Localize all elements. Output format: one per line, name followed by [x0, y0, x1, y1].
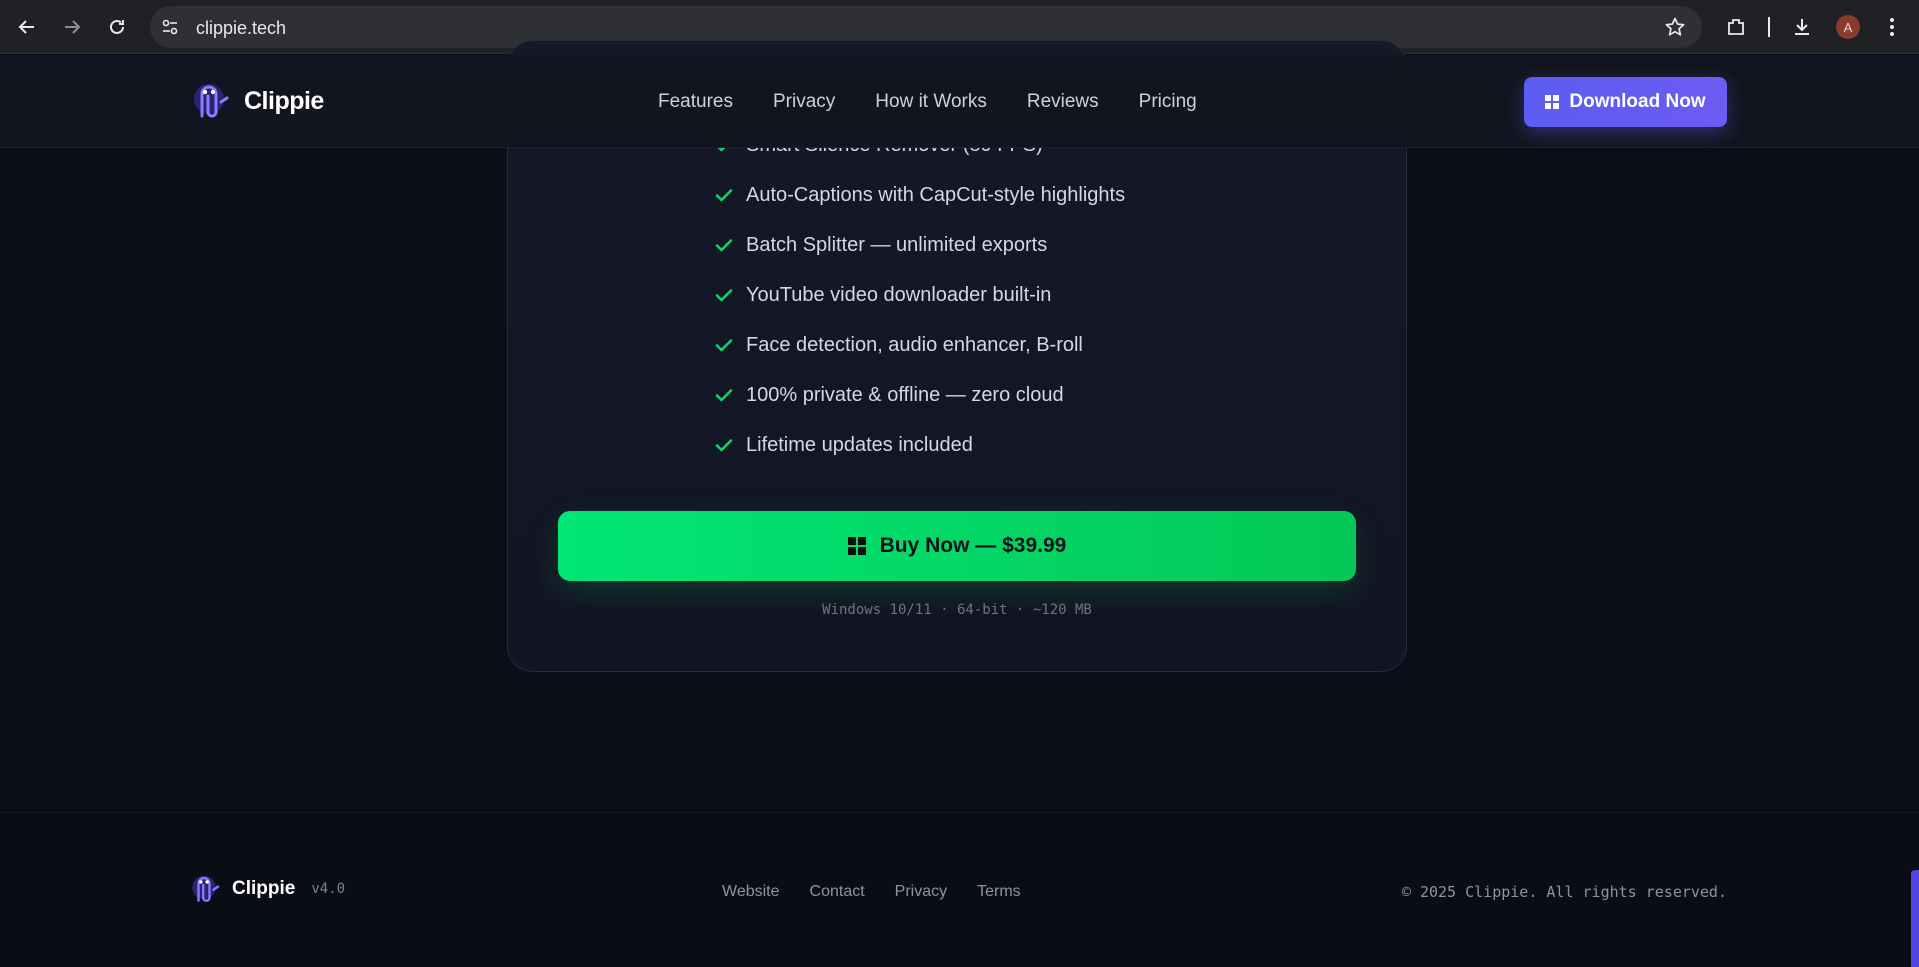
footer-link-privacy[interactable]: Privacy	[895, 883, 947, 901]
footer-logo[interactable]: Clippie v4.0	[186, 871, 345, 907]
check-icon	[715, 189, 733, 202]
check-icon	[715, 389, 733, 402]
footer-links: Website Contact Privacy Terms	[722, 883, 1051, 901]
download-now-button[interactable]: Download Now	[1524, 77, 1727, 127]
check-icon	[715, 339, 733, 352]
bookmark-star-icon[interactable]	[1664, 16, 1686, 38]
copyright-text: © 2025 Clippie. All rights reserved.	[1401, 883, 1727, 901]
check-icon	[715, 239, 733, 252]
page-scrollbar-thumb[interactable]	[1911, 870, 1919, 967]
download-now-label: Download Now	[1569, 91, 1706, 112]
nav-link-pricing[interactable]: Pricing	[1139, 91, 1197, 113]
main-nav: Features Privacy How it Works Reviews Pr…	[658, 91, 1237, 113]
clippie-mascot-icon	[192, 875, 220, 902]
downloads-icon[interactable]	[1788, 13, 1816, 41]
profile-avatar[interactable]: A	[1836, 15, 1860, 39]
nav-link-privacy[interactable]: Privacy	[773, 91, 835, 113]
footer-link-website[interactable]: Website	[722, 883, 780, 901]
extensions-icon[interactable]	[1722, 13, 1750, 41]
nav-link-features[interactable]: Features	[658, 91, 733, 113]
feature-item: YouTube video downloader built-in	[714, 280, 1051, 310]
buy-now-button[interactable]: Buy Now — $39.99	[558, 511, 1356, 581]
footer-link-contact[interactable]: Contact	[810, 883, 865, 901]
feature-item: Lifetime updates included	[714, 430, 973, 460]
browser-menu-icon[interactable]	[1878, 13, 1906, 41]
url-text[interactable]: clippie.tech	[196, 18, 286, 39]
site-footer: Clippie v4.0 Website Contact Privacy Ter…	[0, 812, 1919, 967]
check-icon	[715, 439, 733, 452]
forward-arrow-icon[interactable]	[57, 12, 87, 42]
buy-now-label: Buy Now — $39.99	[879, 534, 1067, 557]
nav-link-reviews[interactable]: Reviews	[1027, 91, 1099, 113]
feature-item: 100% private & offline — zero cloud	[714, 380, 1064, 410]
footer-link-terms[interactable]: Terms	[977, 883, 1021, 901]
feature-item: Batch Splitter — unlimited exports	[714, 230, 1047, 260]
clippie-mascot-icon	[194, 84, 229, 118]
footer-brand: Clippie	[232, 878, 296, 899]
site-logo[interactable]: Clippie	[186, 78, 324, 124]
reload-icon[interactable]	[102, 12, 132, 42]
back-arrow-icon[interactable]	[12, 12, 42, 42]
site-header: Clippie Features Privacy How it Works Re…	[0, 55, 1919, 148]
system-requirements: Windows 10/11 · 64-bit · ~120 MB	[822, 602, 1092, 618]
windows-icon	[1545, 95, 1560, 109]
feature-item: Face detection, audio enhancer, B-roll	[714, 330, 1083, 360]
feature-item: Auto-Captions with CapCut-style highligh…	[714, 180, 1125, 210]
toolbar-divider	[1768, 17, 1770, 37]
version-label: v4.0	[311, 881, 346, 897]
windows-icon	[847, 537, 866, 555]
nav-link-how-it-works[interactable]: How it Works	[875, 91, 987, 113]
check-icon	[715, 289, 733, 302]
site-info-icon[interactable]	[160, 17, 180, 37]
brand-name: Clippie	[244, 86, 324, 115]
